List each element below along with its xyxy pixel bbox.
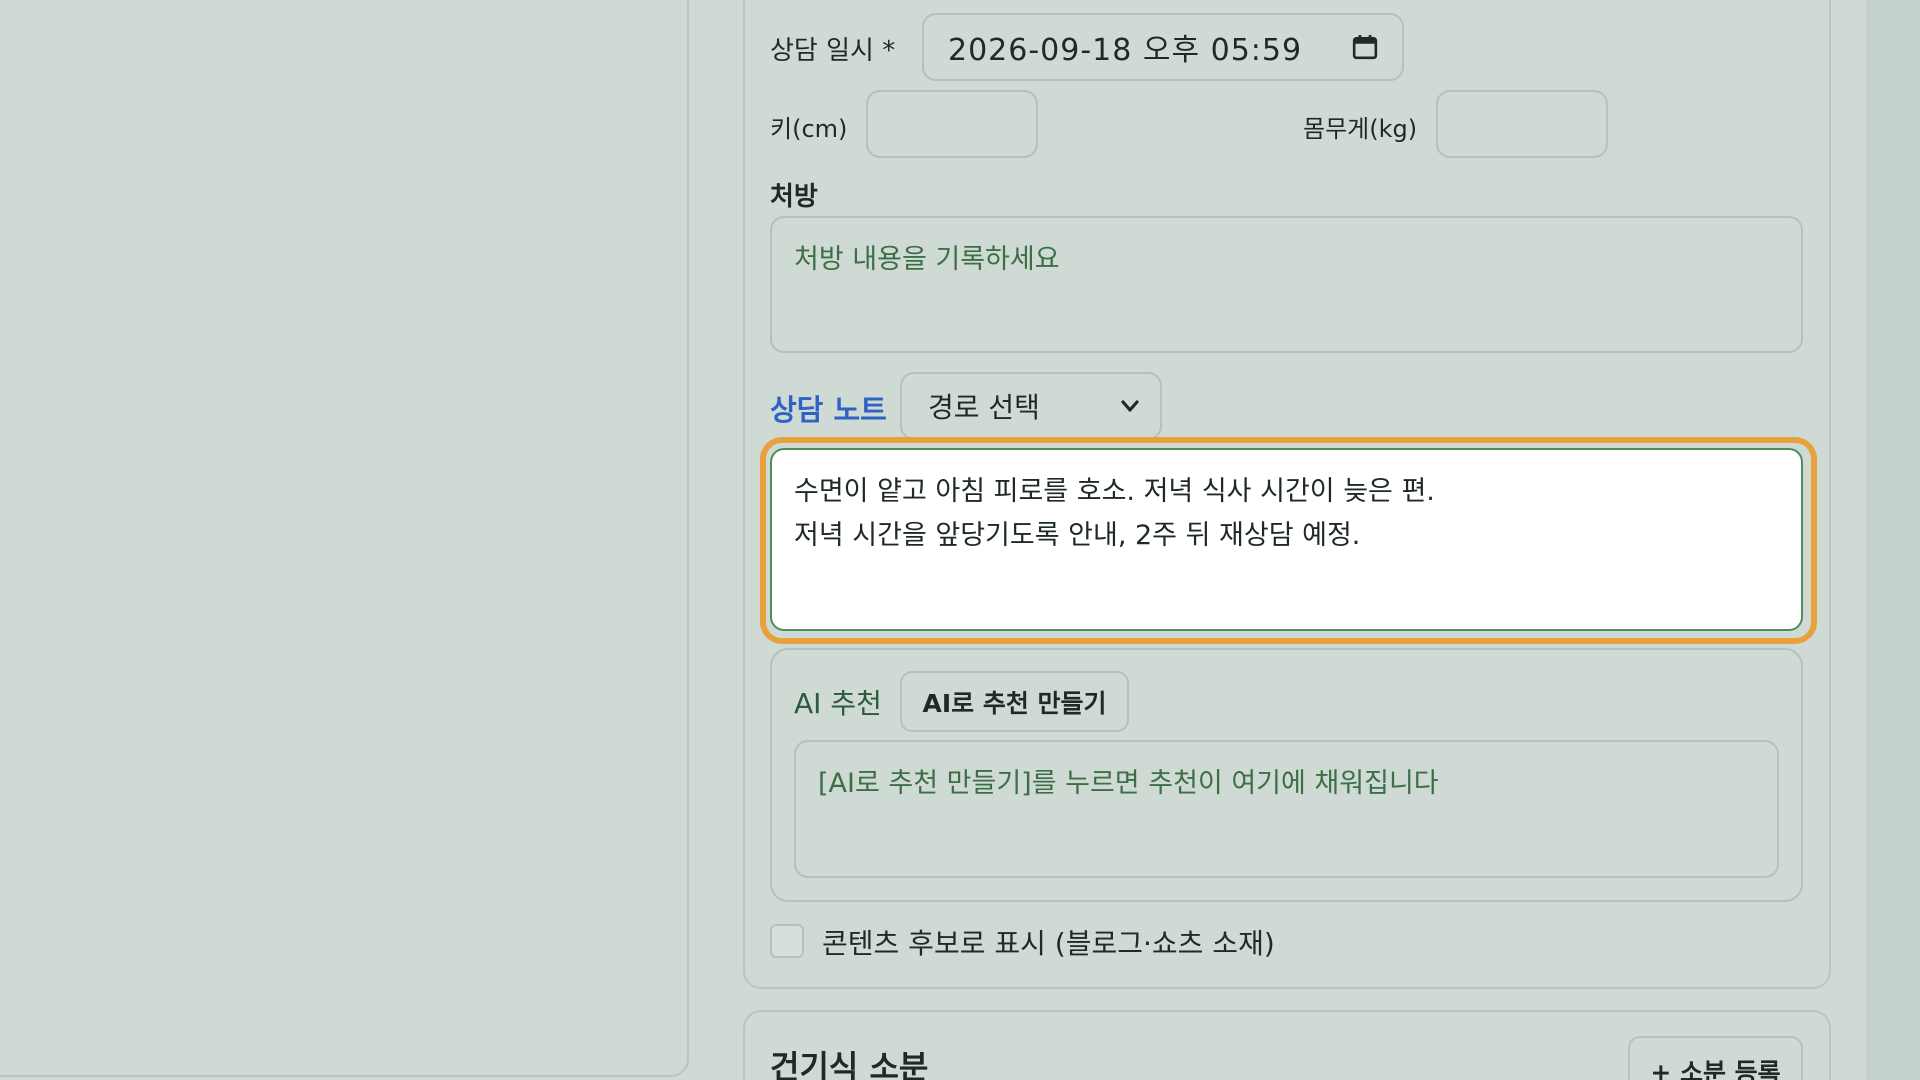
page: 상담 일시 * 2026-09-18 오후 05:59 키(cm) 몸무게(kg… [0, 0, 1920, 1080]
height-input[interactable] [866, 90, 1038, 158]
ai-recommendation-textarea[interactable]: [AI로 추천 만들기]를 누르면 추천이 여기에 채워집니다 [794, 740, 1779, 878]
calendar-icon[interactable] [1352, 34, 1378, 60]
consult-datetime-value: 2026-09-18 오후 05:59 [948, 33, 1303, 68]
prescription-textarea[interactable]: 처방 내용을 기록하세요 [770, 216, 1803, 353]
ai-generate-button[interactable]: AI로 추천 만들기 [900, 671, 1129, 732]
content-candidate-checkbox[interactable] [770, 924, 804, 958]
consult-note-title: 상담 노트 [770, 393, 887, 427]
chevron-down-icon [1121, 400, 1139, 412]
right-scroll-strip [1866, 0, 1920, 1080]
content-candidate-label[interactable]: 콘텐츠 후보로 표시 (블로그·쇼츠 소재) [822, 922, 1275, 962]
ai-recommendation-placeholder: [AI로 추천 만들기]를 누르면 추천이 여기에 채워집니다 [818, 768, 1439, 799]
supplement-title: 건기식 소분 [770, 1048, 929, 1080]
consult-datetime-label: 상담 일시 * [770, 36, 896, 66]
route-select[interactable]: 경로 선택 [900, 372, 1162, 440]
weight-label: 몸무게(kg) [1303, 115, 1418, 143]
consult-note-textarea[interactable]: 수면이 얕고 아침 피로를 호소. 저녁 식사 시간이 늦은 편. 저녁 시간을… [770, 448, 1803, 631]
prescription-placeholder: 처방 내용을 기록하세요 [794, 244, 1060, 275]
prescription-label: 처방 [770, 182, 818, 212]
left-panel [0, 0, 689, 1077]
consult-datetime-input[interactable]: 2026-09-18 오후 05:59 [922, 13, 1404, 81]
height-label: 키(cm) [770, 115, 848, 143]
weight-input[interactable] [1436, 90, 1608, 158]
route-select-value: 경로 선택 [928, 391, 1040, 424]
ai-recommendation-label: AI 추천 [794, 687, 882, 720]
add-supplement-button[interactable]: + 소분 등록 [1628, 1036, 1803, 1080]
